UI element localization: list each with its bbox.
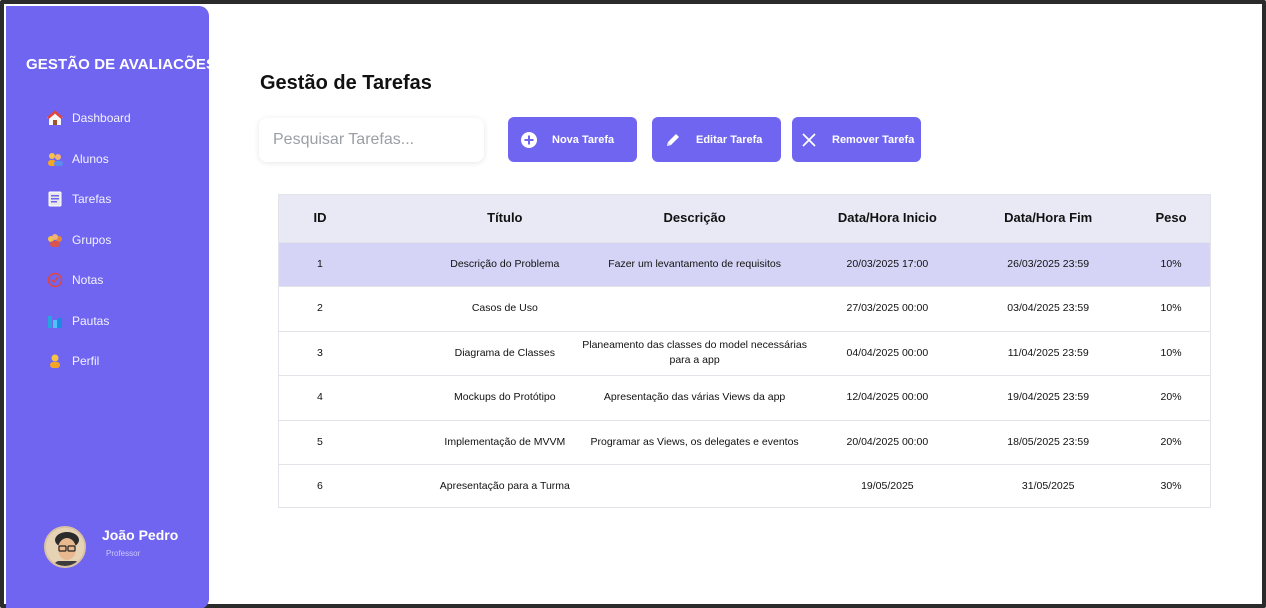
bar-chart-icon bbox=[46, 312, 64, 330]
cell-end: 31/05/2025 bbox=[1021, 479, 1075, 492]
cell-weight: 30% bbox=[1160, 479, 1182, 492]
plus-circle-icon bbox=[520, 131, 538, 149]
cell-weight: 10% bbox=[1160, 346, 1182, 359]
app-window: GESTÃO DE AVALIACÕES Dashboard Alunos Ta… bbox=[0, 0, 1266, 608]
new-task-button[interactable]: Nova Tarefa bbox=[508, 117, 637, 162]
cell-id: 5 bbox=[317, 435, 323, 448]
cell-title: Apresentação para a Turma bbox=[439, 479, 570, 492]
table-header: ID Título Descrição Data/Hora Inicio Dat… bbox=[279, 195, 1210, 242]
sidebar-item-label: Grupos bbox=[72, 232, 112, 247]
sidebar: GESTÃO DE AVALIACÕES Dashboard Alunos Ta… bbox=[6, 6, 216, 608]
cell-id: 6 bbox=[317, 479, 323, 492]
cell-title: Casos de Uso bbox=[471, 302, 538, 315]
sidebar-item-tarefas[interactable]: Tarefas bbox=[6, 179, 209, 220]
cell-weight: 10% bbox=[1160, 302, 1182, 315]
table-row[interactable]: 1 Descrição do Problema Fazer um levantame… bbox=[279, 242, 1210, 287]
page-title: Gestão de Tarefas bbox=[260, 72, 432, 94]
table-row[interactable]: 3 Diagrama de Classes Planeamento das clas… bbox=[279, 330, 1210, 375]
sidebar-item-dashboard[interactable]: Dashboard bbox=[6, 98, 209, 139]
user-name: João Pedro bbox=[102, 526, 179, 543]
header-weight[interactable]: Peso bbox=[1132, 209, 1210, 228]
cell-weight: 10% bbox=[1160, 258, 1182, 271]
edit-task-label: Editar Tarefa bbox=[696, 133, 763, 146]
cell-title: Mockups do Protótipo bbox=[454, 391, 556, 404]
group-icon bbox=[46, 231, 64, 249]
tasks-table: ID Título Descrição Data/Hora Inicio Dat… bbox=[278, 194, 1211, 508]
cell-weight: 20% bbox=[1160, 391, 1182, 404]
sidebar-item-label: Dashboard bbox=[72, 111, 131, 126]
cell-description: Fazer um levantamento de requisitos bbox=[608, 258, 781, 271]
header-start[interactable]: Data/Hora Inicio bbox=[810, 209, 964, 228]
sidebar-item-label: Notas bbox=[72, 273, 104, 288]
sidebar-item-label: Pautas bbox=[72, 313, 110, 328]
cell-end: 26/03/2025 23:59 bbox=[1007, 258, 1090, 271]
close-icon bbox=[800, 131, 818, 149]
table-body: 1 Descrição do Problema Fazer um levantame… bbox=[279, 242, 1210, 508]
sidebar-item-notas[interactable]: Notas bbox=[6, 260, 209, 301]
cell-id: 3 bbox=[317, 346, 323, 359]
house-icon bbox=[46, 109, 64, 127]
avatar bbox=[44, 526, 86, 568]
header-description[interactable]: Descrição bbox=[579, 209, 811, 228]
cell-start: 20/04/2025 00:00 bbox=[846, 435, 929, 448]
clipboard-icon bbox=[46, 190, 64, 208]
cell-start: 20/03/2025 17:00 bbox=[846, 258, 929, 271]
cell-start: 27/03/2025 00:00 bbox=[846, 302, 929, 315]
user-role: Professor bbox=[106, 548, 141, 558]
cell-title: Diagrama de Classes bbox=[454, 346, 556, 359]
sidebar-item-label: Tarefas bbox=[72, 192, 112, 207]
students-icon bbox=[46, 150, 64, 168]
sidebar-item-alunos[interactable]: Alunos bbox=[6, 139, 209, 180]
cell-weight: 20% bbox=[1160, 435, 1182, 448]
table-row[interactable]: 2 Casos de Uso 27/03/2025 00:00 03/04/2025 … bbox=[279, 286, 1210, 330]
cell-id: 2 bbox=[317, 302, 323, 315]
cell-title: Implementação de MVVM bbox=[444, 435, 566, 448]
grades-icon bbox=[46, 271, 64, 289]
header-end[interactable]: Data/Hora Fim bbox=[964, 209, 1132, 228]
sidebar-item-label: Perfil bbox=[72, 354, 100, 369]
cell-description: Apresentação das várias Views da app bbox=[603, 391, 786, 404]
cell-title: Descrição do Problema bbox=[450, 258, 560, 271]
sidebar-item-perfil[interactable]: Perfil bbox=[6, 341, 209, 382]
sidebar-item-label: Alunos bbox=[72, 151, 109, 166]
cell-end: 18/05/2025 23:59 bbox=[1007, 435, 1090, 448]
user-profile[interactable]: João Pedro Professor bbox=[44, 526, 178, 568]
edit-task-button[interactable]: Editar Tarefa bbox=[652, 117, 781, 162]
search-input[interactable]: Pesquisar Tarefas... bbox=[259, 118, 484, 162]
pencil-icon bbox=[664, 131, 682, 149]
sidebar-brand: GESTÃO DE AVALIACÕES bbox=[26, 56, 217, 73]
cell-end: 19/04/2025 23:59 bbox=[1007, 391, 1090, 404]
cell-start: 04/04/2025 00:00 bbox=[846, 346, 929, 359]
cell-start: 19/05/2025 bbox=[861, 479, 914, 492]
table-row[interactable]: 6 Apresentação para a Turma 19/05/2025 31/0… bbox=[279, 463, 1210, 508]
cell-id: 4 bbox=[317, 391, 323, 404]
sidebar-nav: Dashboard Alunos Tarefas Grupos Notas Pa… bbox=[6, 98, 209, 382]
remove-task-button[interactable]: Remover Tarefa bbox=[792, 117, 921, 162]
new-task-label: Nova Tarefa bbox=[552, 133, 615, 146]
cell-end: 11/04/2025 23:59 bbox=[1007, 346, 1089, 359]
table-row[interactable]: 4 Mockups do Protótipo Apresentação das vá… bbox=[279, 375, 1210, 419]
sidebar-item-pautas[interactable]: Pautas bbox=[6, 301, 209, 342]
header-id[interactable]: ID bbox=[279, 209, 361, 228]
cell-start: 12/04/2025 00:00 bbox=[846, 391, 929, 404]
sidebar-item-grupos[interactable]: Grupos bbox=[6, 220, 209, 261]
remove-task-label: Remover Tarefa bbox=[832, 133, 915, 146]
cell-end: 03/04/2025 23:59 bbox=[1007, 302, 1090, 315]
cell-description: Planeamento das classes do model necessá… bbox=[582, 339, 807, 367]
header-title[interactable]: Título bbox=[431, 209, 579, 228]
cell-id: 1 bbox=[317, 258, 323, 271]
cell-description: Programar as Views, os delegates e event… bbox=[590, 435, 799, 448]
table-row[interactable]: 5 Implementação de MVVM Programar as Views… bbox=[279, 419, 1210, 464]
person-icon bbox=[46, 352, 64, 370]
